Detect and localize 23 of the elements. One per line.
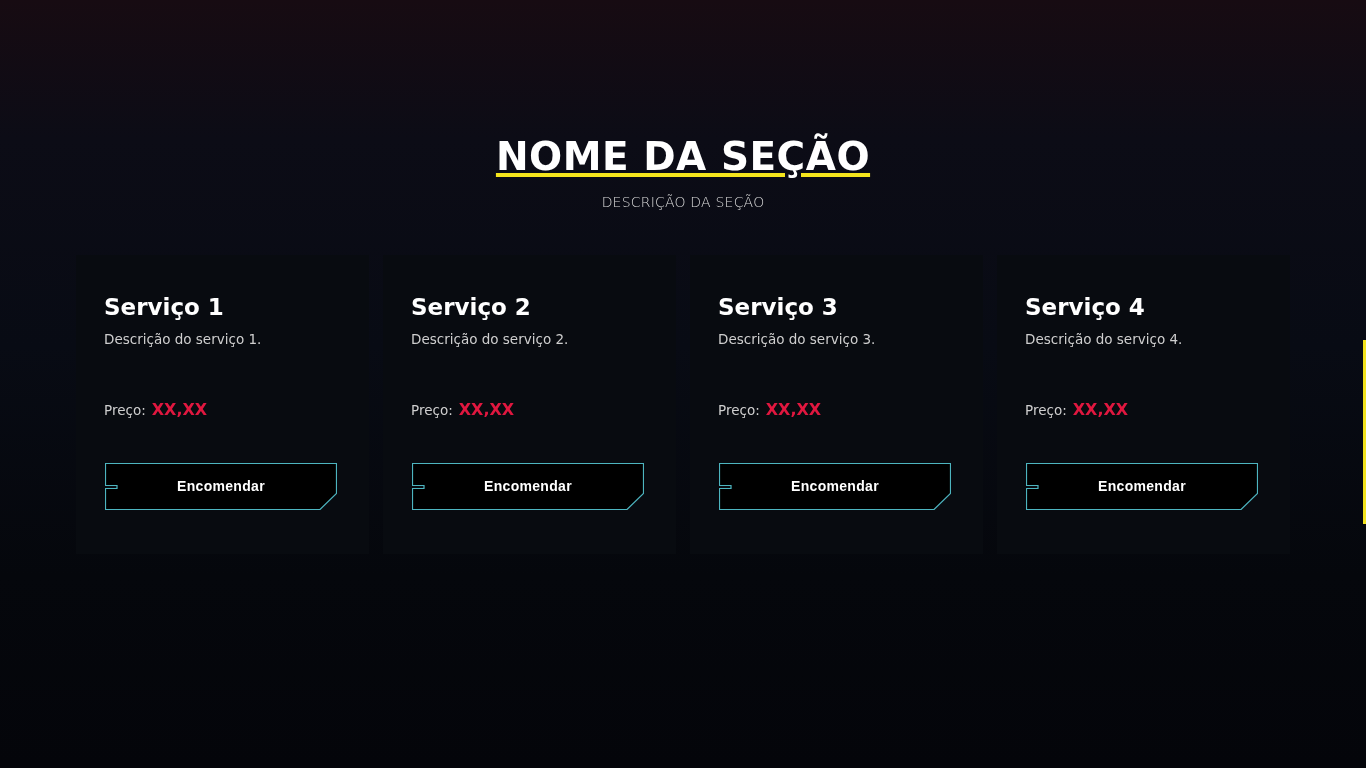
service-description: Descrição do serviço 1. [104, 330, 263, 349]
price-value: XX,XX [1072, 399, 1129, 421]
price-label: Preço: [1025, 401, 1067, 420]
section-description: DESCRIÇÃO DA SEÇÃO [601, 193, 765, 212]
service-title: Serviço 2 [411, 293, 532, 322]
price-value: XX,XX [458, 399, 515, 421]
order-button[interactable]: Encomendar [412, 463, 644, 510]
service-title: Serviço 3 [718, 293, 839, 322]
order-button[interactable]: Encomendar [719, 463, 951, 510]
scrollbar-thumb[interactable] [1363, 340, 1366, 524]
service-description: Descrição do serviço 3. [718, 330, 877, 349]
service-title: Serviço 1 [104, 293, 225, 322]
price-label: Preço: [104, 401, 146, 420]
section-title: NOME DA SEÇÃO [495, 132, 871, 181]
service-title: Serviço 4 [1025, 293, 1146, 322]
price-label: Preço: [718, 401, 760, 420]
order-button[interactable]: Encomendar [105, 463, 337, 510]
price-value: XX,XX [151, 399, 208, 421]
price-label: Preço: [411, 401, 453, 420]
order-button[interactable]: Encomendar [1026, 463, 1258, 510]
service-description: Descrição do serviço 2. [411, 330, 570, 349]
service-description: Descrição do serviço 4. [1025, 330, 1184, 349]
price-value: XX,XX [765, 399, 822, 421]
